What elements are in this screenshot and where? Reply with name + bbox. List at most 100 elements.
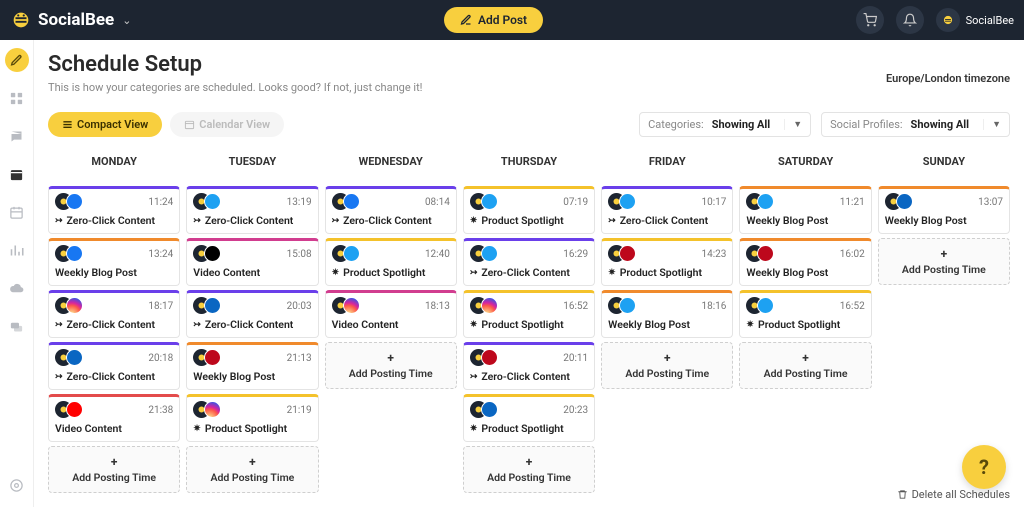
add-posting-time[interactable]: +Add Posting Time — [878, 238, 1010, 285]
profile-icon-pair — [193, 245, 219, 263]
user-menu[interactable]: SocialBee — [936, 8, 1014, 32]
profile-icon-pair — [746, 297, 772, 315]
schedule-card[interactable]: 14:23✷Product Spotlight — [601, 238, 733, 286]
notifications-button[interactable] — [896, 6, 924, 34]
schedule-card[interactable]: 21:13Weekly Blog Post — [186, 342, 318, 390]
cart-button[interactable] — [856, 6, 884, 34]
rail-settings-button[interactable] — [5, 473, 29, 497]
schedule-card[interactable]: 11:24↣Zero-Click Content — [48, 186, 180, 234]
profile-icon-pair — [193, 193, 219, 211]
schedule-card[interactable]: 21:19✷Product Spotlight — [186, 394, 318, 442]
rail-dashboard-button[interactable] — [5, 86, 29, 110]
day-header-sun: SUNDAY — [878, 149, 1010, 174]
schedule-card[interactable]: 20:18↣Zero-Click Content — [48, 342, 180, 390]
plus-icon: + — [330, 351, 452, 365]
schedule-card[interactable]: 12:40✷Product Spotlight — [325, 238, 457, 286]
add-posting-time[interactable]: +Add Posting Time — [463, 446, 595, 493]
schedule-card[interactable]: 18:16Weekly Blog Post — [601, 290, 733, 338]
rail-cloud-button[interactable] — [5, 276, 29, 300]
schedule-card[interactable]: 16:52✷Product Spotlight — [463, 290, 595, 338]
add-post-button[interactable]: Add Post — [444, 7, 543, 33]
social-mini-icon — [481, 349, 498, 366]
schedule-category: Weekly Blog Post — [746, 214, 864, 227]
timezone-label[interactable]: Europe/London timezone — [886, 72, 1010, 85]
add-posting-time[interactable]: +Add Posting Time — [48, 446, 180, 493]
category-glyph-icon: ↣ — [193, 320, 201, 330]
profile-icon-pair — [193, 349, 219, 367]
schedule-category: ↣Zero-Click Content — [193, 318, 311, 331]
brand-logo[interactable]: SocialBee ⌄ — [10, 9, 131, 31]
schedule-time: 13:19 — [287, 197, 312, 208]
day-column-mon: 11:24↣Zero-Click Content13:24Weekly Blog… — [48, 186, 180, 493]
plus-icon: + — [468, 455, 590, 469]
schedule-card[interactable]: 15:08Video Content — [186, 238, 318, 286]
schedule-card[interactable]: 18:13Video Content — [325, 290, 457, 338]
schedule-card[interactable]: 08:14↣Zero-Click Content — [325, 186, 457, 234]
page-title: Schedule Setup — [48, 52, 1010, 77]
rail-schedule-button[interactable] — [5, 162, 29, 186]
category-glyph-icon: ✷ — [608, 268, 616, 278]
chevron-down-icon: ▼ — [784, 119, 802, 130]
schedule-card[interactable]: 20:11↣Zero-Click Content — [463, 342, 595, 390]
schedule-card[interactable]: 16:02Weekly Blog Post — [739, 238, 871, 286]
schedule-time: 21:38 — [148, 405, 173, 416]
help-fab[interactable]: ? — [962, 445, 1006, 489]
add-posting-time[interactable]: +Add Posting Time — [325, 342, 457, 389]
social-mini-icon — [343, 297, 360, 314]
day-column-fri: 10:17↣Zero-Click Content14:23✷Product Sp… — [601, 186, 733, 493]
avatar — [936, 8, 960, 32]
social-mini-icon — [757, 297, 774, 314]
profile-icon-pair — [608, 245, 634, 263]
schedule-time: 20:03 — [287, 301, 312, 312]
schedule-time: 20:18 — [148, 353, 173, 364]
category-glyph-icon: ↣ — [470, 372, 478, 382]
schedule-card[interactable]: 16:52✷Product Spotlight — [739, 290, 871, 338]
brand-name: SocialBee — [38, 10, 114, 30]
left-rail — [0, 40, 34, 507]
schedule-card[interactable]: 20:03 ↣Zero-Click Content — [186, 290, 318, 338]
categories-filter[interactable]: Categories: Showing All ▼ — [639, 112, 811, 137]
profile-icon-pair — [470, 349, 496, 367]
add-posting-time[interactable]: +Add Posting Time — [601, 342, 733, 389]
main-content: Schedule Setup This is how your categori… — [34, 40, 1024, 507]
social-mini-icon — [481, 401, 498, 418]
schedule-card[interactable]: 21:38 Video Content — [48, 394, 180, 442]
calendar-view-toggle[interactable]: Calendar View — [170, 112, 284, 137]
schedule-card[interactable]: 13:19↣Zero-Click Content — [186, 186, 318, 234]
profile-icon-pair — [55, 245, 81, 263]
schedule-card[interactable]: 11:21Weekly Blog Post — [739, 186, 871, 234]
add-posting-time[interactable]: +Add Posting Time — [186, 446, 318, 493]
schedule-category: ✷Product Spotlight — [332, 266, 450, 279]
schedule-category: ↣Zero-Click Content — [470, 370, 588, 383]
profile-icon-pair — [193, 297, 219, 315]
schedule-card[interactable]: 20:23✷Product Spotlight — [463, 394, 595, 442]
social-mini-icon — [481, 297, 498, 314]
add-posting-time[interactable]: +Add Posting Time — [739, 342, 871, 389]
schedule-card[interactable]: 16:29↣Zero-Click Content — [463, 238, 595, 286]
rail-content-button[interactable] — [5, 124, 29, 148]
category-glyph-icon: ✷ — [470, 424, 478, 434]
category-glyph-icon: ↣ — [55, 372, 63, 382]
schedule-card[interactable]: 18:17↣Zero-Click Content — [48, 290, 180, 338]
schedule-card[interactable]: 13:24Weekly Blog Post — [48, 238, 180, 286]
rail-analytics-button[interactable] — [5, 238, 29, 262]
rail-chat-button[interactable] — [5, 314, 29, 338]
compact-view-label: Compact View — [77, 118, 148, 131]
schedule-card[interactable]: 13:07Weekly Blog Post — [878, 186, 1010, 234]
schedule-category: Weekly Blog Post — [746, 266, 864, 279]
profile-icon-pair — [55, 193, 81, 211]
schedule-card[interactable]: 07:19✷Product Spotlight — [463, 186, 595, 234]
rail-compose-button[interactable] — [5, 48, 29, 72]
schedule-category: Weekly Blog Post — [55, 266, 173, 279]
compact-view-toggle[interactable]: Compact View — [48, 112, 162, 137]
schedule-card[interactable]: 10:17↣Zero-Click Content — [601, 186, 733, 234]
category-glyph-icon: ↣ — [55, 216, 63, 226]
schedule-category: ✷Product Spotlight — [746, 318, 864, 331]
schedule-time: 18:17 — [148, 301, 173, 312]
profiles-filter[interactable]: Social Profiles: Showing All ▼ — [821, 112, 1010, 137]
rail-calendar-button[interactable] — [5, 200, 29, 224]
delete-all-schedules[interactable]: Delete all Schedules — [897, 488, 1010, 501]
social-mini-icon — [619, 297, 636, 314]
schedule-category: Video Content — [55, 422, 173, 435]
chevron-down-icon: ▼ — [983, 119, 1001, 130]
